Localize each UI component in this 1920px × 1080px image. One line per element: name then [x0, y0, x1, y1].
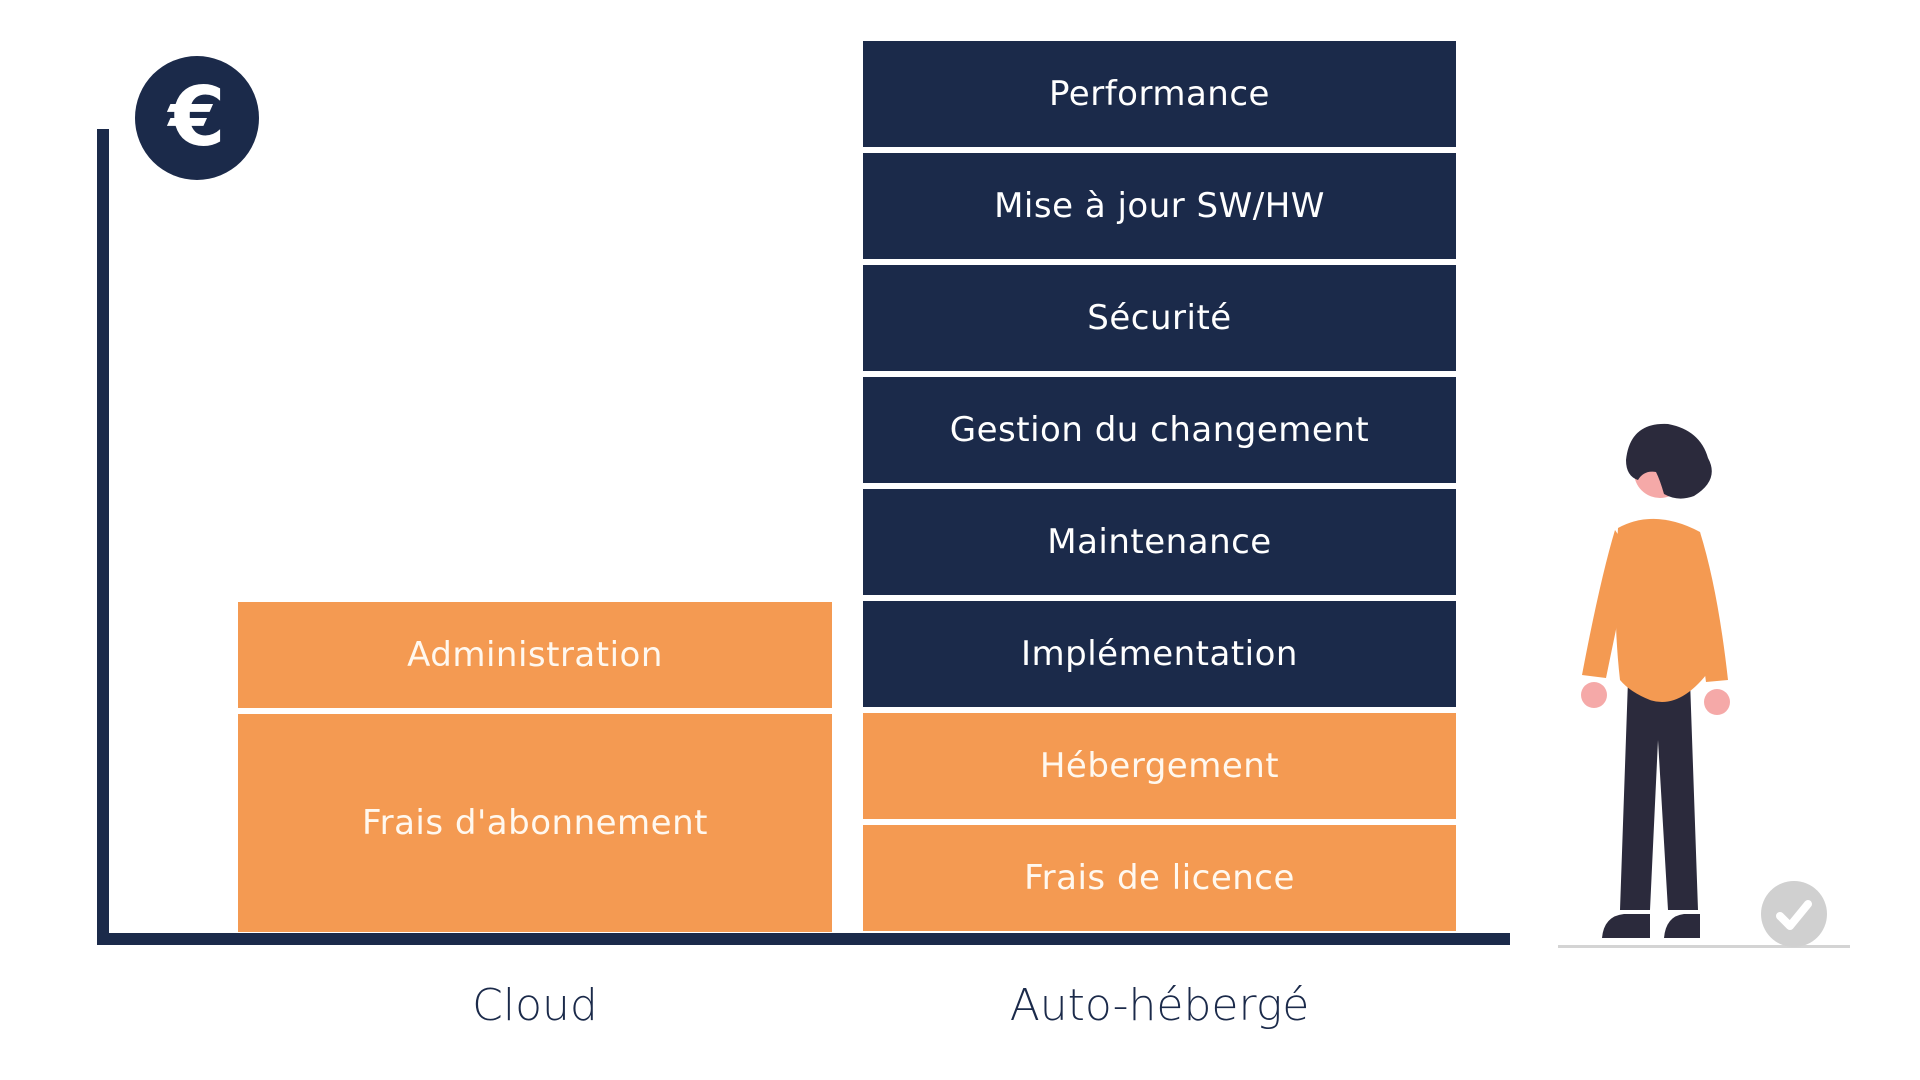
person-hair: [1626, 423, 1712, 499]
person-legs: [1620, 680, 1698, 910]
y-axis: [97, 129, 109, 945]
block-maintenance: Maintenance: [863, 489, 1456, 595]
cloud-stack: Administration Frais d'abonnement: [238, 602, 832, 932]
x-label-self-hosted: Auto-hébergé: [1009, 980, 1310, 1031]
block-implementation: Implémentation: [863, 601, 1456, 707]
person-shoe-left: [1602, 914, 1650, 938]
check-circle-icon: [1761, 881, 1827, 947]
block-performance: Performance: [863, 41, 1456, 147]
person-hand-right: [1704, 689, 1730, 715]
block-gestion-changement: Gestion du changement: [863, 377, 1456, 483]
person-shoe-right: [1664, 914, 1700, 938]
block-hebergement: Hébergement: [863, 713, 1456, 819]
person-torso: [1615, 518, 1710, 702]
x-label-cloud: Cloud: [472, 980, 598, 1031]
block-mise-a-jour: Mise à jour SW/HW: [863, 153, 1456, 259]
person-hand-left: [1581, 682, 1607, 708]
block-securite: Sécurité: [863, 265, 1456, 371]
block-frais-licence: Frais de licence: [863, 825, 1456, 931]
person-illustration: [1581, 423, 1730, 938]
x-axis: [97, 933, 1510, 945]
euro-icon: €: [135, 56, 259, 180]
block-administration: Administration: [238, 602, 832, 708]
self-hosted-stack: Performance Mise à jour SW/HW Sécurité G…: [863, 41, 1456, 931]
block-frais-abonnement: Frais d'abonnement: [238, 714, 832, 932]
